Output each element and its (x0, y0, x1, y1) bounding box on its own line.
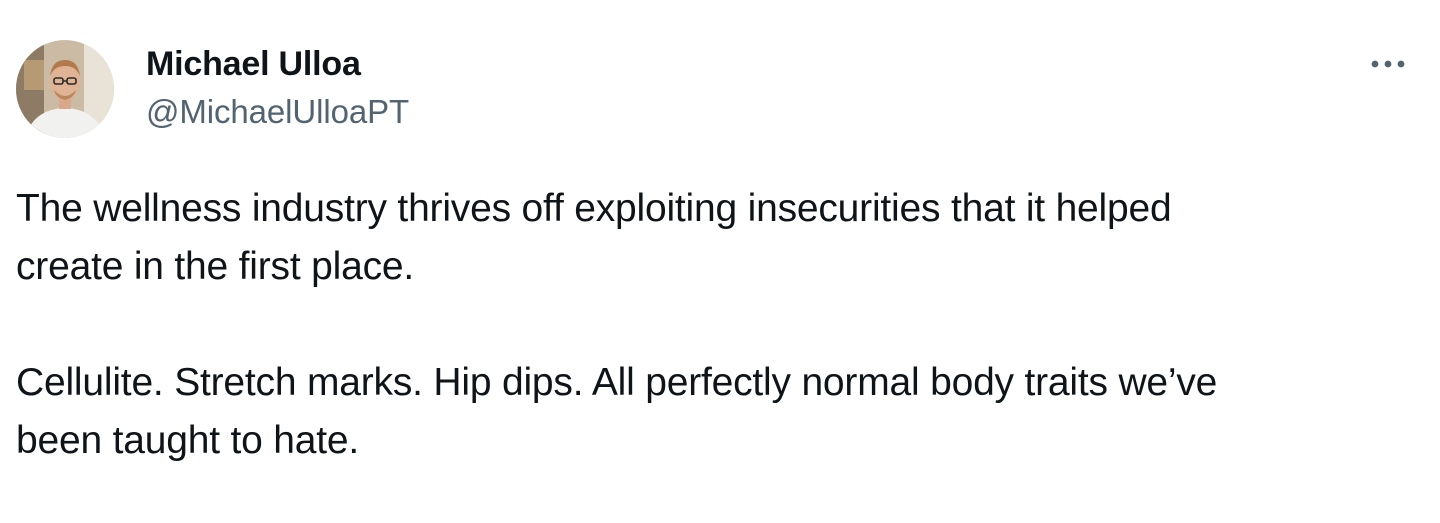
tweet-text: The wellness industry thrives off exploi… (16, 180, 1396, 470)
more-options-button[interactable] (1364, 48, 1412, 80)
tweet-line: create in the first place. (16, 245, 414, 288)
user-handle[interactable]: @MichaelUlloaPT (146, 92, 409, 132)
tweet-card: Michael Ulloa @MichaelUlloaPT The wellne… (0, 0, 1440, 523)
tweet-line: been taught to hate. (16, 419, 359, 462)
person-photo-avatar-icon (16, 40, 114, 138)
avatar[interactable] (16, 40, 114, 138)
more-horizontal-icon (1371, 60, 1405, 68)
tweet-line: The wellness industry thrives off exploi… (16, 187, 1172, 230)
display-name[interactable]: Michael Ulloa (146, 44, 409, 84)
tweet-line: Cellulite. Stretch marks. Hip dips. All … (16, 361, 1218, 404)
tweet-paragraph-2: Cellulite. Stretch marks. Hip dips. All … (16, 354, 1396, 470)
tweet-paragraph-1: The wellness industry thrives off exploi… (16, 180, 1396, 296)
user-info: Michael Ulloa @MichaelUlloaPT (146, 44, 409, 132)
